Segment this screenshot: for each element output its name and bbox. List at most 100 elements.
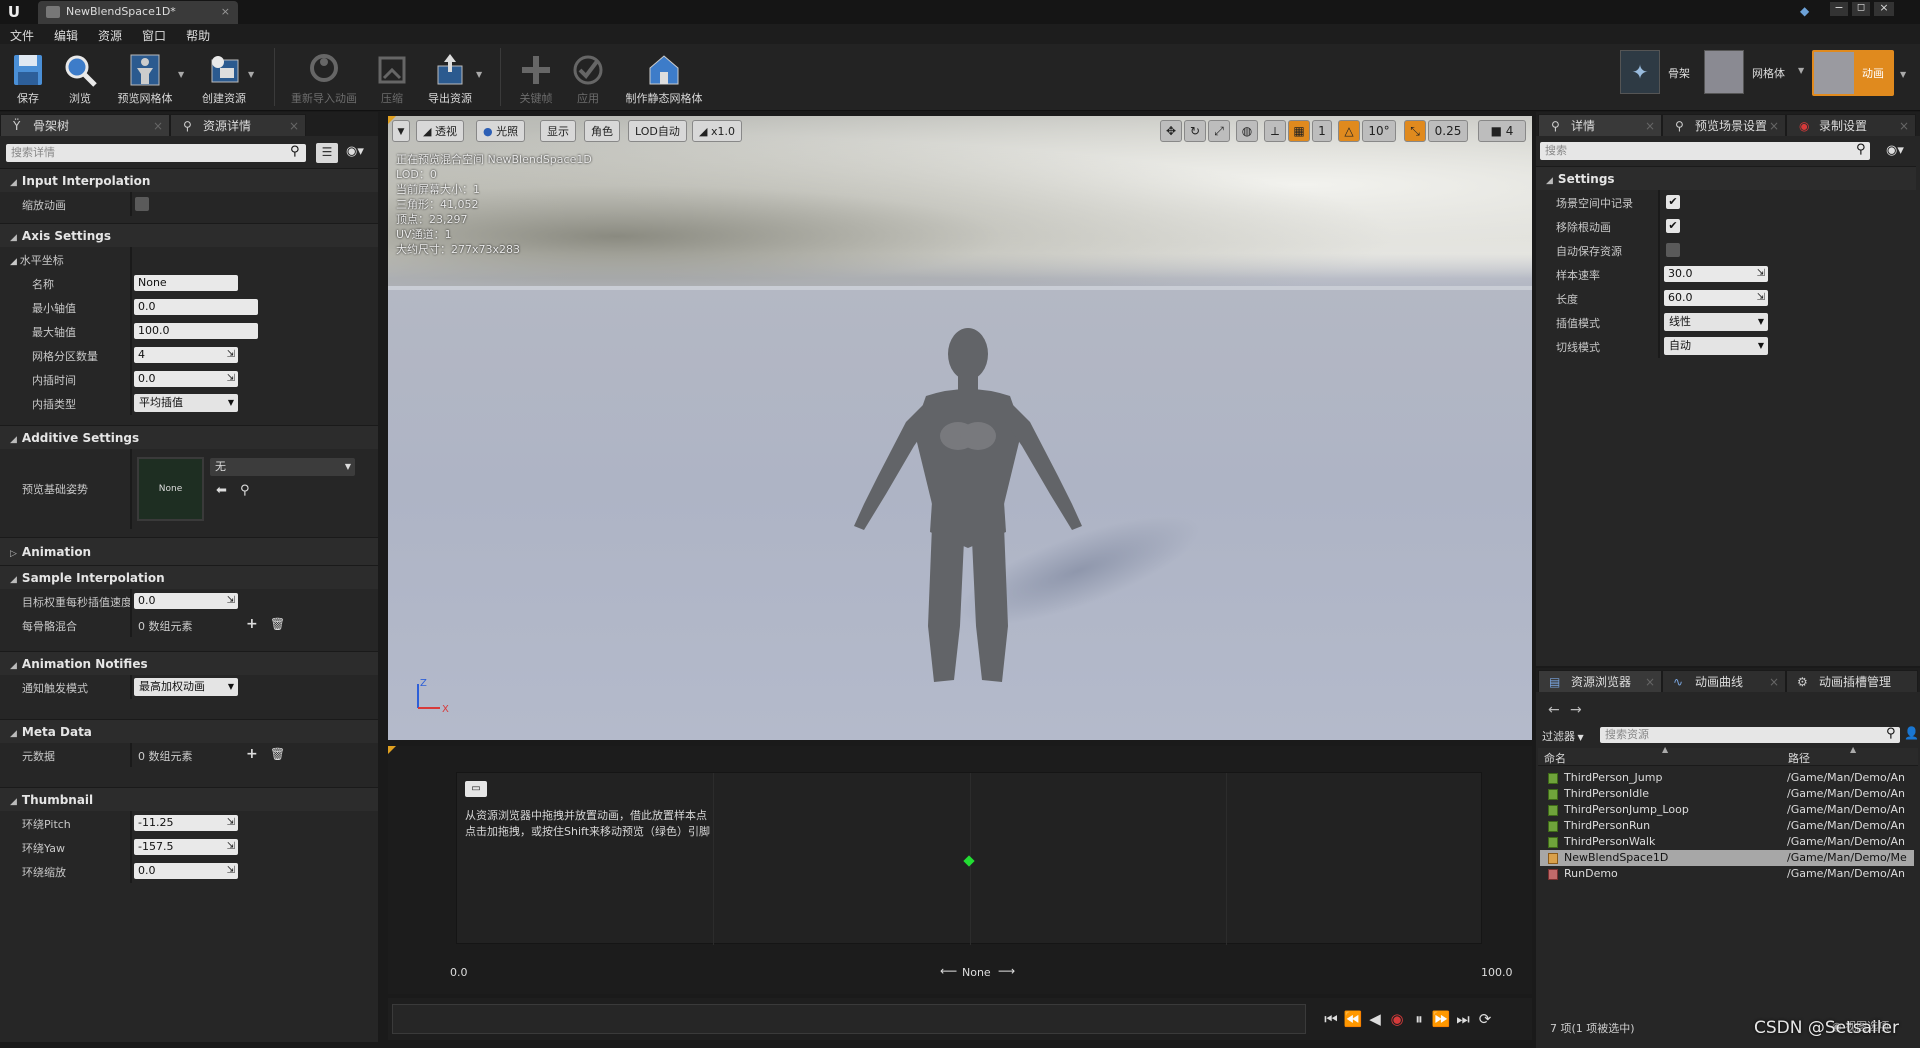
translate-icon[interactable]: ✥ xyxy=(1160,120,1182,142)
section-animation[interactable]: ▷ Animation xyxy=(0,537,378,565)
base-pose-thumbnail[interactable]: None xyxy=(137,457,204,521)
section-meta-data[interactable]: ◢ Meta Data xyxy=(0,719,378,743)
tab-record-settings[interactable]: ◉ 录制设置 × xyxy=(1786,114,1916,136)
timeline-scrubber[interactable] xyxy=(392,1004,1306,1034)
maximize-button[interactable]: ◻ xyxy=(1852,2,1870,16)
sample-rate-spinner[interactable]: 30.0 xyxy=(1664,266,1768,282)
col-path-header[interactable]: 路径 xyxy=(1788,750,1810,766)
asset-row[interactable]: ThirdPersonWalk/Game/Man/Demo/An xyxy=(1540,834,1914,850)
orbit-zoom-spinner[interactable]: 0.0 xyxy=(134,863,238,879)
tab-anim-slot-manager[interactable]: ⚙ 动画插槽管理 xyxy=(1786,670,1918,692)
section-settings[interactable]: ◢ Settings xyxy=(1536,166,1916,190)
asset-row-selected[interactable]: NewBlendSpace1D/Game/Man/Demo/Me xyxy=(1540,850,1914,866)
apply-button[interactable]: 应用 xyxy=(560,50,616,108)
close-tab-icon[interactable]: × xyxy=(289,115,299,137)
document-tab[interactable]: NewBlendSpace1D* × xyxy=(38,1,238,24)
tab-preview-scene-settings[interactable]: ⚲ 预览场景设置 × xyxy=(1662,114,1786,136)
auto-save-asset-checkbox[interactable] xyxy=(1666,243,1680,257)
visibility-eye-icon[interactable]: ◉▾ xyxy=(1886,143,1904,158)
rotation-snap-icon[interactable]: △ xyxy=(1338,120,1360,142)
visibility-eye-icon[interactable]: ◉▾ xyxy=(346,144,364,159)
source-control-icon[interactable]: ◆ xyxy=(1800,4,1816,18)
close-tab-icon[interactable]: × xyxy=(221,1,230,23)
close-tab-icon[interactable]: × xyxy=(1899,115,1909,137)
section-sample-interpolation[interactable]: ◢ Sample Interpolation xyxy=(0,565,378,589)
minimize-button[interactable]: − xyxy=(1830,2,1848,16)
base-pose-asset-dropdown[interactable]: 无 xyxy=(210,458,355,476)
section-axis-settings[interactable]: ◢ Axis Settings xyxy=(0,223,378,247)
create-asset-dropdown-icon[interactable]: ▼ xyxy=(248,70,254,79)
tab-details[interactable]: ⚲ 详情 × xyxy=(1538,114,1662,136)
interp-time-spinner[interactable]: 0.0 xyxy=(134,371,238,387)
section-input-interpolation[interactable]: ◢ Input Interpolation xyxy=(0,168,378,192)
browse-asset-icon[interactable]: ⚲ xyxy=(240,483,250,498)
jump-to-start-icon[interactable]: ⏮ xyxy=(1320,1008,1342,1030)
target-weight-speed-spinner[interactable]: 0.0 xyxy=(134,593,238,609)
create-asset-button[interactable]: 创建资源 xyxy=(194,50,254,108)
length-spinner[interactable]: 60.0 xyxy=(1664,290,1768,306)
export-asset-button[interactable]: 导出资源 xyxy=(420,50,480,108)
add-element-icon[interactable]: + xyxy=(246,616,258,632)
back-arrow-icon[interactable]: ← xyxy=(1548,702,1560,718)
pause-icon[interactable]: ⏸ xyxy=(1408,1008,1430,1030)
asset-search-input[interactable]: 搜索资源 xyxy=(1600,727,1900,743)
record-world-space-checkbox[interactable]: ✔ xyxy=(1666,195,1680,209)
add-element-icon[interactable]: + xyxy=(246,746,258,762)
interp-type-dropdown[interactable]: 平均插值 xyxy=(134,394,238,412)
property-matrix-button[interactable]: ☰ xyxy=(316,143,338,163)
close-tab-icon[interactable]: × xyxy=(1645,115,1655,137)
notify-trigger-mode-dropdown[interactable]: 最高加权动画 xyxy=(134,678,238,696)
mode-animation-button[interactable]: 动画 xyxy=(1812,50,1894,96)
asset-row[interactable]: ThirdPerson_Jump/Game/Man/Demo/An xyxy=(1540,770,1914,786)
mode-skeleton-button[interactable]: ✦ 骨架 xyxy=(1616,50,1696,94)
reimport-animation-button[interactable]: 重新导入动画 xyxy=(288,50,360,108)
jump-to-end-icon[interactable]: ⏭ xyxy=(1452,1008,1474,1030)
show-button[interactable]: 显示 xyxy=(540,120,576,142)
tangent-mode-dropdown[interactable]: 自动 xyxy=(1664,337,1768,355)
scale-icon[interactable]: ⤢ xyxy=(1208,120,1230,142)
tab-skeleton-tree[interactable]: Ÿ 骨架树 × xyxy=(0,114,170,136)
preview-pin[interactable] xyxy=(963,855,975,867)
asset-row[interactable]: RunDemo/Game/Man/Demo/An xyxy=(1540,866,1914,882)
animation-mode-dropdown-icon[interactable]: ▼ xyxy=(1900,70,1906,79)
user-icon[interactable]: 👤 xyxy=(1904,726,1919,740)
tab-asset-details[interactable]: ⚲ 资源详情 × xyxy=(170,114,306,136)
section-animation-notifies[interactable]: ◢ Animation Notifies xyxy=(0,651,378,675)
asset-row[interactable]: ThirdPersonIdle/Game/Man/Demo/An xyxy=(1540,786,1914,802)
rotate-icon[interactable]: ↻ xyxy=(1184,120,1206,142)
axis-name-field[interactable]: None xyxy=(134,275,238,291)
play-reverse-icon[interactable]: ◀ xyxy=(1364,1008,1386,1030)
column-splitter[interactable] xyxy=(130,192,132,216)
blend-grid[interactable]: ▭ 从资源浏览器中拖拽并放置动画，借此放置样本点 点击加拖拽，或按住Shift来… xyxy=(456,772,1482,945)
unreal-logo-icon[interactable]: U xyxy=(4,2,24,22)
right-search-input[interactable]: 搜索 xyxy=(1540,142,1870,160)
use-selected-arrow-icon[interactable]: ⬅ xyxy=(216,483,227,498)
orbit-yaw-spinner[interactable]: -157.5 xyxy=(134,839,238,855)
min-axis-field[interactable]: 0.0 xyxy=(134,299,258,315)
forward-arrow-icon[interactable]: → xyxy=(1570,702,1582,718)
max-axis-field[interactable]: 100.0 xyxy=(134,323,258,339)
mode-mesh-button[interactable]: 网格体 ▼ xyxy=(1700,50,1810,94)
step-back-icon[interactable]: ⏪ xyxy=(1342,1008,1364,1030)
close-tab-icon[interactable]: × xyxy=(1769,671,1779,693)
interpolation-mode-dropdown[interactable]: 线性 xyxy=(1664,313,1768,331)
lit-button[interactable]: ● 光照 xyxy=(476,120,526,142)
scale-animation-checkbox[interactable] xyxy=(135,197,149,211)
tab-anim-curves[interactable]: ∿ 动画曲线 × xyxy=(1662,670,1786,692)
section-additive-settings[interactable]: ◢ Additive Settings xyxy=(0,425,378,449)
playback-speed-button[interactable]: ◢ x1.0 xyxy=(692,120,742,142)
grid-snap-icon[interactable]: ▦ xyxy=(1288,120,1310,142)
scale-snap-value[interactable]: 0.25 xyxy=(1428,120,1468,142)
viewport[interactable]: ▼ ◢ 透视 ● 光照 显示 角色 LOD自动 ◢ x1.0 ✥ ↻ ⤢ ◍ ⟂… xyxy=(388,116,1532,740)
close-tab-icon[interactable]: × xyxy=(1769,115,1779,137)
scale-snap-icon[interactable]: ⤡ xyxy=(1404,120,1426,142)
surface-snap-icon[interactable]: ⟂ xyxy=(1264,120,1286,142)
remove-root-motion-checkbox[interactable]: ✔ xyxy=(1666,219,1680,233)
asset-row[interactable]: ThirdPersonRun/Game/Man/Demo/An xyxy=(1540,818,1914,834)
browse-button[interactable]: 浏览 xyxy=(52,50,108,108)
close-tab-icon[interactable]: × xyxy=(153,115,163,137)
delete-trash-icon[interactable]: 🗑 xyxy=(270,617,285,631)
compress-button[interactable]: 压缩 xyxy=(364,50,420,108)
close-window-button[interactable]: × xyxy=(1874,2,1894,16)
delete-trash-icon[interactable]: 🗑 xyxy=(270,747,285,761)
